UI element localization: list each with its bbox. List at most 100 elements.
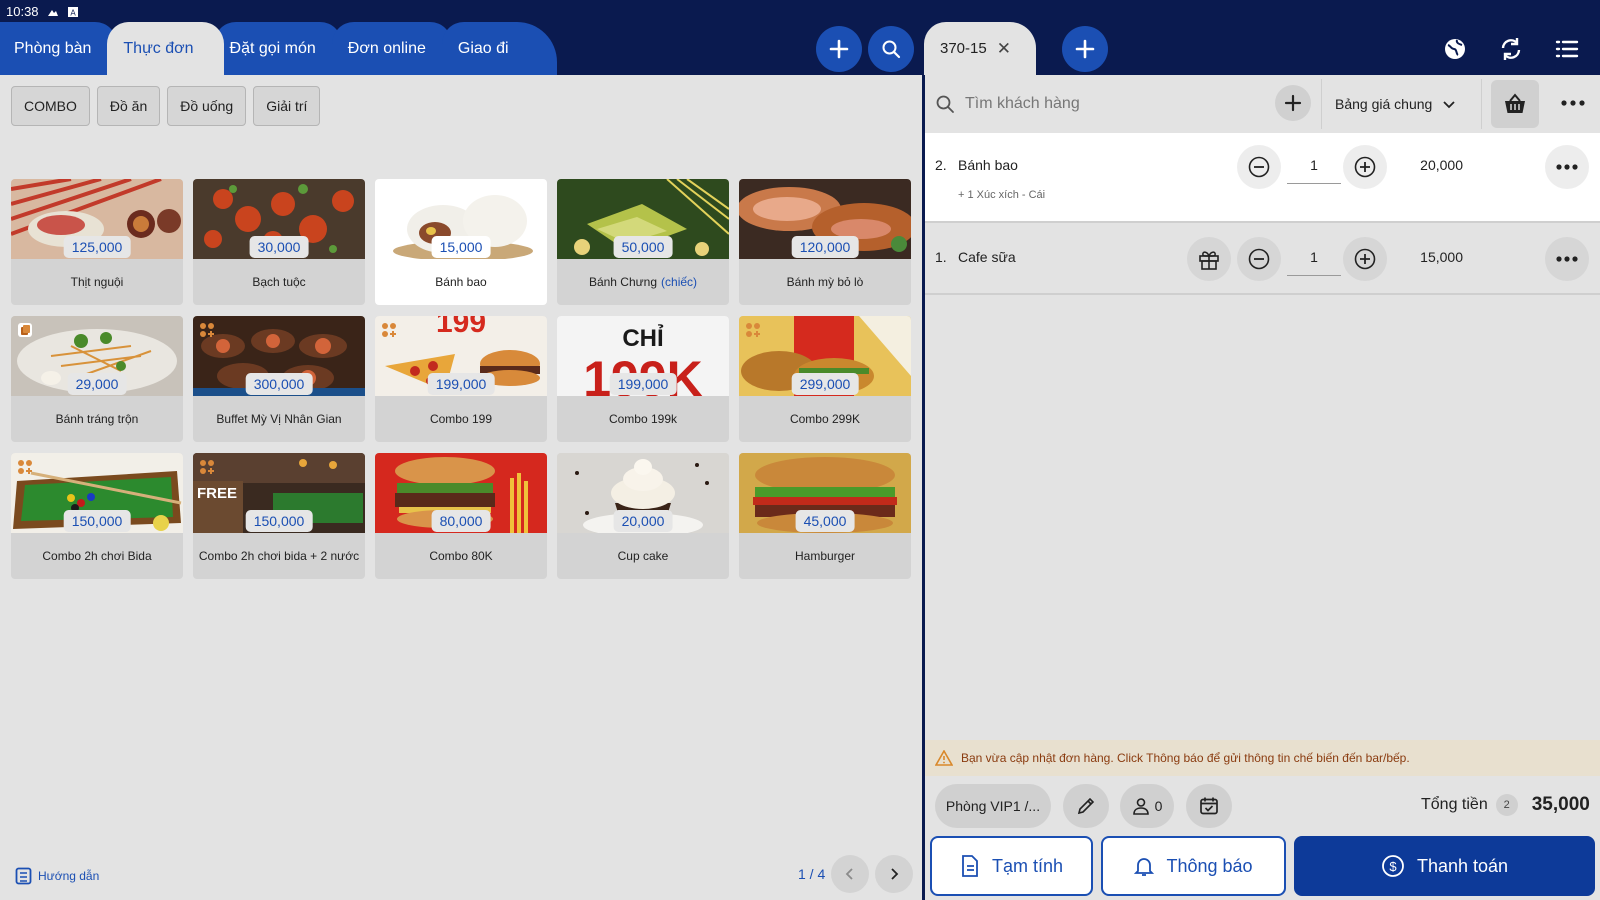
order-line-index: 1. — [935, 249, 947, 265]
plus-icon — [829, 39, 849, 59]
product-card[interactable]: 199 199,000 Combo 199 — [375, 316, 547, 442]
increase-qty-button[interactable] — [1343, 237, 1387, 281]
add-button[interactable] — [816, 26, 862, 72]
add-customer-button[interactable] — [1275, 85, 1311, 121]
product-price: 80,000 — [431, 510, 491, 532]
product-grid: 125,000 Thịt nguội 30,000 Bạch tuộc 15,0… — [11, 179, 911, 579]
product-card[interactable]: 29,000 Bánh tráng trộn — [11, 316, 183, 442]
decrease-qty-button[interactable] — [1237, 145, 1281, 189]
gift-button[interactable] — [1187, 237, 1231, 281]
product-name-main: Bánh Chưng — [588, 274, 658, 289]
product-price: 15,000 — [431, 236, 491, 258]
plus-icon — [1075, 39, 1095, 59]
cloud-icon — [47, 9, 58, 16]
quantity-field[interactable]: 1 — [1287, 157, 1341, 184]
product-name: Bạch tuộc — [252, 274, 306, 289]
main-tabs: Phòng bàn Thực đơn Đặt gọi món Đơn onlin… — [0, 22, 557, 75]
provisional-bill-button[interactable]: Tạm tính — [930, 836, 1093, 896]
room-selector[interactable]: Phòng VIP1 /... — [935, 784, 1051, 828]
basket-button[interactable] — [1491, 80, 1539, 128]
document-icon — [962, 855, 978, 877]
order-line[interactable]: 1. Cafe sữa 1 15,000 — [925, 223, 1600, 293]
separator — [1481, 79, 1482, 129]
globe-icon[interactable] — [1442, 36, 1468, 62]
product-card[interactable]: 50,000 Bánh Chưng (chiếc) — [557, 179, 729, 305]
tab-menu[interactable]: Thực đơn — [107, 22, 224, 75]
product-card[interactable]: 299,000 Combo 299K — [739, 316, 911, 442]
product-card-selected[interactable]: 15,000 Bánh bao — [375, 179, 547, 305]
category-food[interactable]: Đồ ăn — [96, 86, 161, 126]
product-card[interactable]: 120,000 Bánh mỳ bỏ lò — [739, 179, 911, 305]
edit-note-button[interactable] — [1063, 784, 1109, 828]
next-page-button[interactable] — [875, 855, 914, 893]
line-more-button[interactable] — [1545, 145, 1589, 189]
product-name: Bánh bao — [435, 274, 487, 289]
decrease-qty-button[interactable] — [1237, 237, 1281, 281]
free-image-text: FREE — [197, 485, 237, 502]
product-name: Combo 2h chơi bida + 2 nước — [198, 548, 360, 563]
tab-preorder[interactable]: Đặt gọi món — [213, 22, 342, 75]
guest-count-button[interactable]: 0 — [1120, 784, 1174, 828]
product-card[interactable]: 45,000 Hamburger — [739, 453, 911, 579]
more-options-button[interactable] — [1559, 91, 1587, 115]
product-name: Combo 299K — [789, 411, 861, 426]
more-horizontal-icon — [1556, 164, 1578, 170]
update-notice-text: Bạn vừa cập nhật đơn hàng. Click Thông b… — [961, 751, 1410, 765]
category-filters: COMBO Đồ ăn Đồ uống Giải trí — [11, 86, 321, 126]
order-tab[interactable]: 370-15 ✕ — [924, 22, 1036, 75]
product-card[interactable]: 150,000 Combo 2h chơi Bida — [11, 453, 183, 579]
increase-qty-button[interactable] — [1343, 145, 1387, 189]
checkout-button[interactable]: $ Thanh toán — [1294, 836, 1595, 896]
prev-page-button[interactable] — [831, 855, 870, 893]
gift-icon — [1199, 251, 1219, 270]
customer-search-input[interactable]: Tìm khách hàng — [925, 94, 1275, 114]
order-line-amount: 20,000 — [1420, 157, 1463, 173]
guide-link[interactable]: Hướng dẫn — [15, 867, 99, 885]
svg-text:$: $ — [1389, 859, 1397, 874]
order-pane: Tìm khách hàng Bảng giá chung 2. Bánh ba… — [925, 75, 1600, 900]
product-name: Cup cake — [617, 548, 669, 563]
product-card[interactable]: 80,000 Combo 80K — [375, 453, 547, 579]
order-footer: Phòng VIP1 /... 0 Tổng tiền 2 35,000 Tạm… — [925, 776, 1600, 900]
close-order-icon[interactable]: ✕ — [997, 39, 1011, 59]
product-card[interactable]: 20,000 Cup cake — [557, 453, 729, 579]
product-price: 199,000 — [609, 373, 677, 395]
status-bar: 10:38 A — [6, 4, 79, 19]
new-order-button[interactable] — [1062, 26, 1108, 72]
total-value: 35,000 — [1531, 794, 1590, 815]
category-entertainment[interactable]: Giải trí — [253, 86, 321, 126]
combo-badge-icon — [200, 460, 214, 474]
quantity-field[interactable]: 1 — [1287, 249, 1341, 276]
product-name: Combo 2h chơi Bida — [42, 548, 152, 563]
product-price: 150,000 — [63, 510, 131, 532]
tab-delivery[interactable]: Giao đi — [441, 22, 557, 75]
product-card[interactable]: FREE 150,000 Combo 2h chơi bida + 2 nước — [193, 453, 365, 579]
search-icon — [936, 95, 954, 113]
list-menu-icon[interactable] — [1554, 36, 1580, 62]
item-count-badge: 2 — [1495, 794, 1518, 816]
chi-image-text: CHỈ — [622, 323, 664, 352]
category-combo[interactable]: COMBO — [11, 86, 90, 126]
tab-online-orders[interactable]: Đơn online — [331, 22, 452, 75]
customer-search-placeholder: Tìm khách hàng — [965, 95, 1080, 112]
product-card[interactable]: 300,000 Buffet Mỳ Vị Nhân Gian — [193, 316, 365, 442]
product-card[interactable]: CHỈ199K 199,000 Combo 199k — [557, 316, 729, 442]
app-a-icon: A — [67, 6, 78, 17]
category-drinks[interactable]: Đồ uống — [167, 86, 247, 126]
page-indicator: 1 / 4 — [798, 866, 826, 882]
order-line[interactable]: 2. Bánh bao + 1 Xúc xích - Cái 1 20,000 — [925, 133, 1600, 221]
product-name: Buffet Mỳ Vị Nhân Gian — [216, 411, 342, 426]
sync-icon[interactable] — [1498, 36, 1524, 62]
product-card[interactable]: 30,000 Bạch tuộc — [193, 179, 365, 305]
search-button[interactable] — [868, 26, 914, 72]
schedule-button[interactable] — [1186, 784, 1232, 828]
notify-kitchen-button[interactable]: Thông báo — [1101, 836, 1286, 896]
product-name: Combo 199k — [608, 411, 678, 426]
warning-icon — [935, 750, 953, 766]
price-list-select[interactable]: Bảng giá chung — [1335, 75, 1456, 133]
line-more-button[interactable] — [1545, 237, 1589, 281]
pencil-icon — [1077, 797, 1095, 815]
tab-tables[interactable]: Phòng bàn — [0, 22, 118, 75]
product-card[interactable]: 125,000 Thịt nguội — [11, 179, 183, 305]
bell-icon — [1134, 858, 1155, 876]
